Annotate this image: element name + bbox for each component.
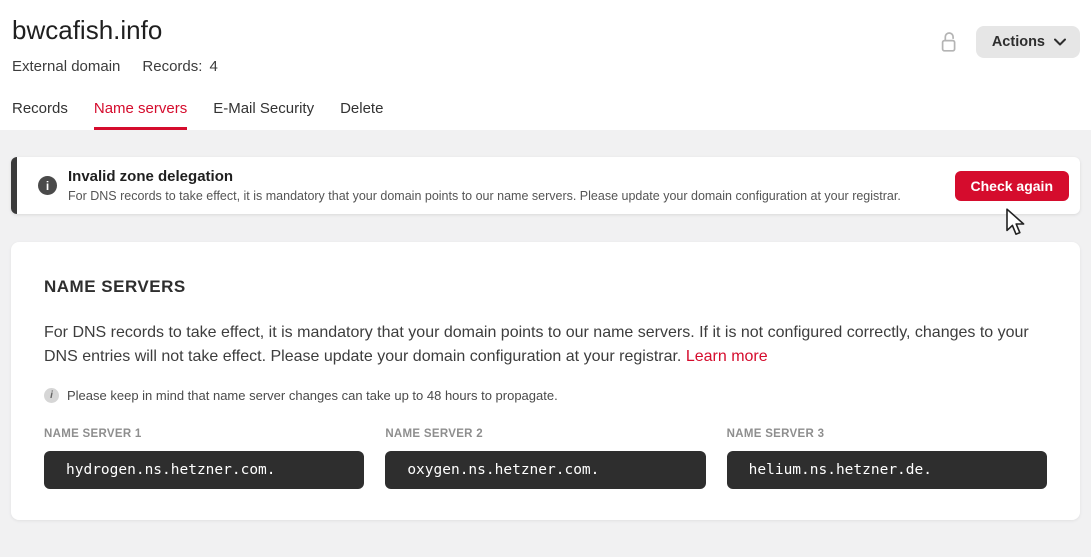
tab-records[interactable]: Records — [12, 100, 68, 130]
tab-email-security[interactable]: E-Mail Security — [213, 100, 314, 130]
name-server-2-value-box: oxygen.ns.hetzner.com. — [385, 451, 705, 489]
name-server-item: NAME SERVER 2 oxygen.ns.hetzner.com. — [385, 428, 705, 489]
name-server-3-value-box: helium.ns.hetzner.de. — [727, 451, 1047, 489]
chevron-down-icon — [1054, 38, 1066, 46]
domain-type-label: External domain — [12, 58, 120, 75]
propagation-note: i Please keep in mind that name server c… — [44, 388, 1047, 403]
domain-header: bwcafish.info External domain Records: 4… — [0, 0, 1091, 130]
note-info-icon: i — [44, 388, 59, 403]
name-server-list: NAME SERVER 1 hydrogen.ns.hetzner.com. N… — [44, 428, 1047, 489]
header-actions: Actions — [938, 26, 1080, 58]
tab-name-servers[interactable]: Name servers — [94, 100, 187, 130]
invalid-zone-delegation-alert: i Invalid zone delegation For DNS record… — [11, 157, 1080, 214]
check-again-button[interactable]: Check again — [955, 171, 1069, 201]
name-server-item: NAME SERVER 1 hydrogen.ns.hetzner.com. — [44, 428, 364, 489]
note-text: Please keep in mind that name server cha… — [67, 388, 558, 403]
records-label: Records: — [142, 58, 202, 75]
unlock-icon — [938, 31, 959, 54]
dns-console-page: bwcafish.info External domain Records: 4… — [0, 0, 1091, 557]
learn-more-link[interactable]: Learn more — [686, 348, 768, 365]
actions-button[interactable]: Actions — [976, 26, 1080, 58]
name-server-2-label: NAME SERVER 2 — [385, 428, 705, 440]
alert-texts: Invalid zone delegation For DNS records … — [68, 167, 955, 205]
name-server-3-value: helium.ns.hetzner.de. — [749, 462, 932, 478]
name-server-2-value: oxygen.ns.hetzner.com. — [407, 462, 599, 478]
card-description: For DNS records to take effect, it is ma… — [44, 321, 1047, 369]
name-server-1-value: hydrogen.ns.hetzner.com. — [66, 462, 276, 478]
actions-button-label: Actions — [992, 34, 1045, 50]
name-server-item: NAME SERVER 3 helium.ns.hetzner.de. — [727, 428, 1047, 489]
alert-accent-bar — [11, 157, 17, 214]
alert-message: For DNS records to take effect, it is ma… — [68, 188, 955, 205]
name-server-1-label: NAME SERVER 1 — [44, 428, 364, 440]
card-title: NAME SERVERS — [44, 277, 1047, 297]
name-servers-card: NAME SERVERS For DNS records to take eff… — [11, 242, 1080, 520]
records-count: Records: 4 — [142, 58, 217, 75]
alert-title: Invalid zone delegation — [68, 167, 955, 186]
name-server-1-value-box: hydrogen.ns.hetzner.com. — [44, 451, 364, 489]
name-server-3-label: NAME SERVER 3 — [727, 428, 1047, 440]
tab-bar: Records Name servers E-Mail Security Del… — [12, 100, 383, 130]
domain-meta: External domain Records: 4 — [12, 58, 1079, 75]
records-value: 4 — [209, 58, 217, 75]
card-description-text: For DNS records to take effect, it is ma… — [44, 324, 1029, 365]
page-title: bwcafish.info — [12, 14, 1079, 46]
info-icon: i — [38, 176, 57, 195]
tab-delete[interactable]: Delete — [340, 100, 383, 130]
